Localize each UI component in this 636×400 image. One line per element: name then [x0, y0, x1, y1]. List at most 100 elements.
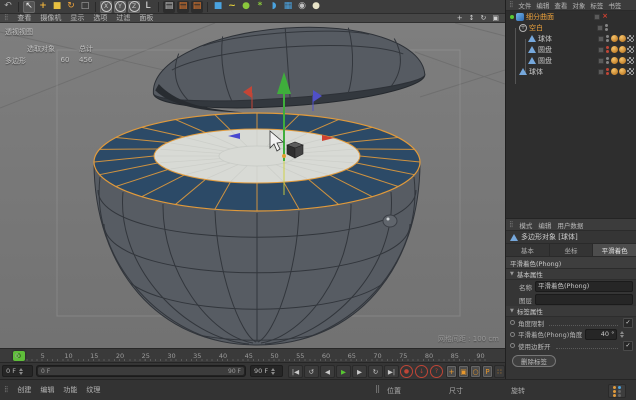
rotate-view-icon[interactable]: ↻ [481, 15, 487, 22]
object-manager-menu-item[interactable]: 书签 [608, 0, 621, 10]
spinner-arrows-icon[interactable] [620, 331, 624, 338]
material-menu-item[interactable]: 创建 [17, 385, 31, 395]
disabled-cross-icon[interactable]: × [602, 13, 608, 20]
object-manager-menu-item[interactable]: 对象 [572, 0, 585, 10]
attribute-tab-0[interactable]: 基本 [506, 244, 550, 256]
viewport[interactable]: 透视视图 选取对象 总计 多边形 60 456 网格间距 : 100 cm [0, 23, 505, 348]
material-menu-item[interactable]: 编辑 [40, 385, 54, 395]
material-tag-icon[interactable] [619, 35, 626, 42]
visibility-toggles[interactable] [598, 57, 609, 64]
material-tag-icon[interactable] [611, 46, 618, 53]
goto-start-button[interactable]: |◀ [288, 365, 303, 378]
material-tag-icon[interactable] [611, 57, 618, 64]
material-tag-icon[interactable] [611, 35, 618, 42]
layer-toggle-icon[interactable] [598, 69, 604, 75]
live-selection-icon[interactable]: ↖ [23, 1, 35, 13]
attribute-menu-item[interactable]: 模式 [519, 220, 532, 230]
add-floor-icon[interactable]: ▦ [282, 1, 294, 13]
gizmo-origin[interactable] [282, 154, 286, 158]
add-deformer-icon[interactable]: * [254, 1, 266, 13]
object-manager-menu-item[interactable]: 标签 [590, 0, 603, 10]
frame-range-slider[interactable]: 0 F 90 F [36, 365, 246, 377]
grip-icon[interactable]: ⣿ [509, 2, 513, 8]
texture-tag-icon[interactable] [627, 46, 634, 53]
visibility-dots-icon[interactable] [606, 57, 609, 64]
lock-y-axis-icon[interactable]: Y [114, 1, 126, 13]
keyframe-dot-icon[interactable] [510, 343, 515, 348]
object-manager-menu-item[interactable]: 编辑 [536, 0, 549, 10]
prev-key-button[interactable]: ↺ [304, 365, 319, 378]
material-tag-icon[interactable] [619, 68, 626, 75]
tag-properties-group[interactable]: ▼ 标签属性 [506, 306, 636, 317]
attribute-tab-2[interactable]: 平滑着色 [593, 244, 636, 256]
object-row[interactable]: +空白 [506, 22, 636, 33]
next-frame-button[interactable]: ▶ [352, 365, 367, 378]
object-row[interactable]: 圆盘 [506, 44, 636, 55]
grip-icon[interactable]: ⣿ [509, 222, 513, 228]
render-settings-icon[interactable]: ▤ [191, 1, 203, 13]
add-generator-icon[interactable]: ● [240, 1, 252, 13]
record-keyframe-button[interactable]: ● [400, 365, 413, 378]
material-menu-item[interactable]: 纹理 [86, 385, 100, 395]
object-label[interactable]: 空白 [529, 23, 543, 33]
layer-toggle-icon[interactable] [598, 47, 604, 53]
basic-properties-group[interactable]: ▼ 基本属性 [506, 269, 636, 280]
key-pla-button[interactable]: ∷ [494, 365, 505, 378]
key-parameter-button[interactable]: P [482, 365, 493, 378]
goto-end-button[interactable]: ▶| [384, 365, 399, 378]
object-tags[interactable] [611, 35, 634, 42]
viewport-menu-item[interactable]: 选项 [93, 13, 107, 23]
add-spline-icon[interactable]: ~ [226, 1, 238, 13]
texture-tag-icon[interactable] [627, 35, 634, 42]
attribute-menu-item[interactable]: 编辑 [538, 220, 551, 230]
angle-limit-checkbox[interactable]: ✓ [623, 318, 633, 328]
object-row[interactable]: 细分曲面 × [506, 11, 636, 22]
record-options-button[interactable]: ? [430, 365, 443, 378]
object-label[interactable]: 圆盘 [538, 56, 552, 66]
render-view-icon[interactable]: ▤ [163, 1, 175, 13]
object-label[interactable]: 圆盘 [538, 45, 552, 55]
object-row[interactable]: 球体 [506, 66, 636, 77]
last-used-tool-icon[interactable]: □ [79, 1, 91, 13]
material-menu-item[interactable]: 功能 [63, 385, 77, 395]
end-frame-spinner[interactable]: 90 F [250, 365, 283, 377]
visibility-dots-icon[interactable] [605, 24, 608, 31]
current-frame-spinner[interactable]: 0 F [2, 365, 33, 377]
object-tags[interactable] [611, 46, 634, 53]
next-key-button[interactable]: ↻ [368, 365, 383, 378]
layer-toggle-icon[interactable] [598, 58, 604, 64]
visibility-toggles[interactable] [598, 35, 609, 42]
grip-icon[interactable]: ⣿ [4, 387, 8, 393]
key-position-button[interactable]: + [446, 365, 457, 378]
key-rotation-button[interactable]: ○ [470, 365, 481, 378]
name-input[interactable]: 平滑着色(Phong) [535, 281, 633, 292]
add-scene-object-icon[interactable]: ◗ [268, 1, 280, 13]
dolly-view-icon[interactable]: ↕ [469, 15, 475, 22]
toggle-view-icon[interactable]: ▣ [492, 15, 499, 22]
enabled-dot-icon[interactable] [510, 15, 514, 19]
viewport-menu-item[interactable]: 过滤 [116, 13, 130, 23]
add-light-icon[interactable]: ● [310, 1, 322, 13]
visibility-dots-icon[interactable] [606, 68, 609, 75]
prev-frame-button[interactable]: ◀ [320, 365, 335, 378]
object-manager-menu-item[interactable]: 查看 [554, 0, 567, 10]
viewport-menu-item[interactable]: 摄像机 [40, 13, 61, 23]
object-label[interactable]: 细分曲面 [526, 12, 554, 22]
visibility-toggles[interactable] [598, 46, 609, 53]
scale-tool-icon[interactable]: ■ [51, 1, 63, 13]
key-scale-button[interactable]: ▣ [458, 365, 469, 378]
visibility-dots-icon[interactable] [606, 35, 609, 42]
frame-range-bar[interactable] [38, 367, 244, 375]
autokey-button[interactable]: ↓ [415, 365, 428, 378]
attribute-menu-item[interactable]: 用户数据 [557, 220, 583, 230]
undo-icon[interactable]: ↶ [2, 1, 14, 13]
pan-view-icon[interactable]: + [457, 15, 463, 22]
visibility-toggles[interactable] [597, 24, 608, 31]
lock-x-axis-icon[interactable]: X [100, 1, 112, 13]
object-row[interactable]: 圆盘 [506, 55, 636, 66]
material-tag-icon[interactable] [611, 68, 618, 75]
play-button[interactable]: ▶ [336, 365, 351, 378]
edge-break-checkbox[interactable]: ✓ [623, 341, 633, 351]
spinner-arrows-icon[interactable] [19, 368, 23, 375]
layer-toggle-icon[interactable] [597, 25, 603, 31]
